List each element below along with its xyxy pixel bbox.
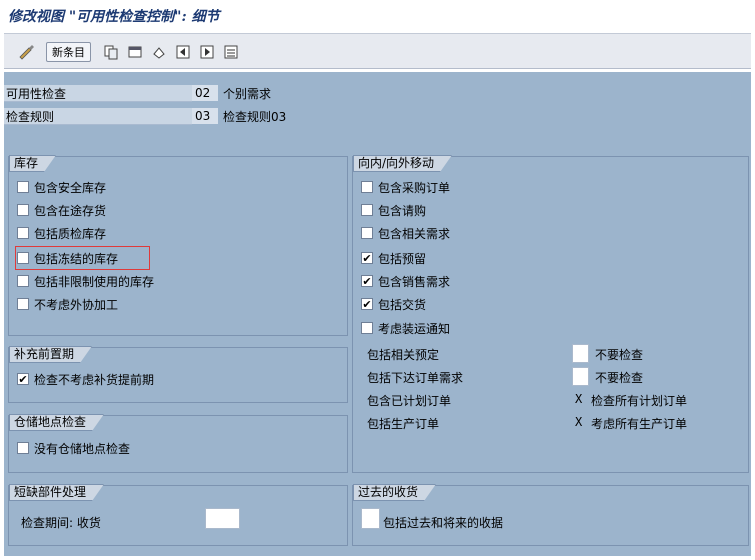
list-icon[interactable]: [221, 42, 241, 62]
availability-check-desc: 个别需求: [223, 87, 272, 101]
field-value-dependent-reservations[interactable]: [572, 344, 589, 363]
field-value-production-orders[interactable]: X: [575, 415, 582, 429]
checking-rule-code[interactable]: 03: [192, 108, 218, 124]
field-value-planned-orders[interactable]: X: [575, 392, 582, 406]
field-desc-planned-orders: 检查所有计划订单: [591, 394, 688, 408]
field-value-release-order-reqs[interactable]: [572, 367, 589, 386]
checkbox-no-storage-location-check[interactable]: 没有仓储地点检查: [17, 439, 130, 457]
checkbox-label: 包含采购订单: [378, 180, 451, 195]
include-past-receipts-field[interactable]: [361, 508, 380, 529]
checkbox-label: 包含销售需求: [378, 274, 451, 289]
include-past-receipts-label: 包括过去和将来的收据: [383, 516, 504, 530]
checkbox-include-dependent-requirements[interactable]: 包含相关需求: [361, 224, 450, 242]
checkbox-box[interactable]: [17, 298, 29, 310]
field-desc-release-order-reqs: 不要检查: [595, 371, 644, 385]
field-desc-production-orders: 考虑所有生产订单: [591, 417, 688, 431]
checkbox-box[interactable]: [17, 275, 29, 287]
missing-parts-group-title: 短缺部件处理: [9, 484, 104, 501]
checkbox-include-stock-in-transfer[interactable]: 包含在途存货: [17, 201, 106, 219]
checkbox-label: 包含在途存货: [34, 203, 107, 218]
checkbox-label: 考虑装运通知: [378, 321, 451, 336]
storage-group-title: 仓储地点检查: [9, 414, 104, 431]
checkbox-include-purchase-requisitions[interactable]: 包含请购: [361, 201, 426, 219]
toolbar: 新条目: [4, 33, 751, 69]
checkbox-include-reservations[interactable]: ✔ 包括预留: [361, 249, 426, 267]
replenishment-lead-time-group: 补充前置期 ✔ 检查不考虑补货提前期: [8, 347, 348, 403]
stock-group-title: 库存: [9, 155, 56, 172]
checking-rule-desc: 检查规则03: [223, 110, 287, 124]
past-receipts-group-title: 过去的收货: [353, 484, 436, 501]
field-label-planned-orders: 包含已计划订单: [367, 394, 452, 408]
checkbox-label: 包含安全库存: [34, 180, 107, 195]
checkbox-box[interactable]: ✔: [361, 252, 373, 264]
in-out-group-title: 向内/向外移动: [353, 155, 452, 172]
undo-icon[interactable]: [149, 42, 169, 62]
checkbox-label: 没有仓储地点检查: [34, 441, 131, 456]
checkbox-label: 包括非限制使用的库存: [34, 274, 155, 289]
new-entries-button[interactable]: 新条目: [46, 42, 91, 62]
copy-icon[interactable]: [101, 42, 121, 62]
availability-check-label: 可用性检查: [4, 85, 192, 102]
checkbox-include-purchase-orders[interactable]: 包含采购订单: [361, 178, 450, 196]
checkbox-label: 包括预留: [378, 251, 427, 266]
checkbox-consider-shipping-notification[interactable]: 考虑装运通知: [361, 319, 450, 337]
checkbox-label: 包括质检库存: [34, 226, 107, 241]
past-receipts-group: 过去的收货 包括过去和将来的收据: [352, 485, 749, 546]
checkbox-box[interactable]: [17, 181, 29, 193]
checkbox-include-blocked-stock[interactable]: 包括冻结的库存: [17, 249, 118, 267]
checkbox-no-subcontracting[interactable]: 不考虑外协加工: [17, 295, 118, 313]
checkbox-label: 检查不考虑补货提前期: [34, 372, 155, 387]
checkbox-label: 包含请购: [378, 203, 427, 218]
checkbox-check-without-rlt[interactable]: ✔ 检查不考虑补货提前期: [17, 370, 154, 388]
field-desc-dependent-reservations: 不要检查: [595, 348, 644, 362]
delete-icon[interactable]: [125, 42, 145, 62]
checkbox-include-deliveries[interactable]: ✔ 包括交货: [361, 295, 426, 313]
field-label-dependent-reservations: 包括相关预定: [367, 348, 440, 362]
checkbox-box[interactable]: [361, 204, 373, 216]
display-change-icon[interactable]: [16, 42, 36, 62]
replenishment-group-title: 补充前置期: [9, 346, 92, 363]
storage-location-check-group: 仓储地点检查 没有仓储地点检查: [8, 415, 348, 473]
previous-entry-icon[interactable]: [173, 42, 193, 62]
checkbox-include-quality-inspection-stock[interactable]: 包括质检库存: [17, 224, 106, 242]
checkbox-box[interactable]: [17, 442, 29, 454]
checkbox-box[interactable]: ✔: [361, 275, 373, 287]
checkbox-box[interactable]: [361, 181, 373, 193]
checking-rule-label: 检查规则: [4, 108, 192, 125]
in-out-movements-group: 向内/向外移动 包含采购订单 包含请购 包含相关需求 ✔ 包括预留 ✔ 包含销售需求…: [352, 156, 749, 473]
next-entry-icon[interactable]: [197, 42, 217, 62]
checkbox-label: 不考虑外协加工: [34, 297, 119, 312]
field-label-release-order-reqs: 包括下达订单需求: [367, 371, 464, 385]
availability-check-code[interactable]: 02: [192, 85, 218, 101]
checkbox-box[interactable]: ✔: [361, 298, 373, 310]
field-label-production-orders: 包括生产订单: [367, 417, 440, 431]
checkbox-box[interactable]: [361, 227, 373, 239]
missing-parts-group: 短缺部件处理 检查期间: 收货: [8, 485, 348, 546]
checkbox-box[interactable]: [361, 322, 373, 334]
checkbox-label: 包括冻结的库存: [34, 251, 119, 266]
detail-area: 可用性检查 02 个别需求 检查规则 03 检查规则03 库存 包含安全库存 包…: [4, 72, 751, 556]
stock-group: 库存 包含安全库存 包含在途存货 包括质检库存 包括冻结的库存 包括非限制使用的…: [8, 156, 348, 336]
checkbox-include-safety-stock[interactable]: 包含安全库存: [17, 178, 106, 196]
checkbox-label: 包含相关需求: [378, 226, 451, 241]
window-title: 修改视图 "可用性检查控制": 细节: [8, 9, 220, 25]
checkbox-include-restricted-use-stock[interactable]: 包括非限制使用的库存: [17, 272, 154, 290]
checkbox-include-sales-requirements[interactable]: ✔ 包含销售需求: [361, 272, 450, 290]
checkbox-box[interactable]: [17, 204, 29, 216]
checking-period-gr-label: 检查期间: 收货: [21, 516, 101, 530]
checkbox-box[interactable]: [17, 252, 29, 264]
checkbox-box[interactable]: [17, 227, 29, 239]
checking-period-gr-field[interactable]: [205, 508, 240, 529]
checkbox-box[interactable]: ✔: [17, 373, 29, 385]
checkbox-label: 包括交货: [378, 297, 427, 312]
